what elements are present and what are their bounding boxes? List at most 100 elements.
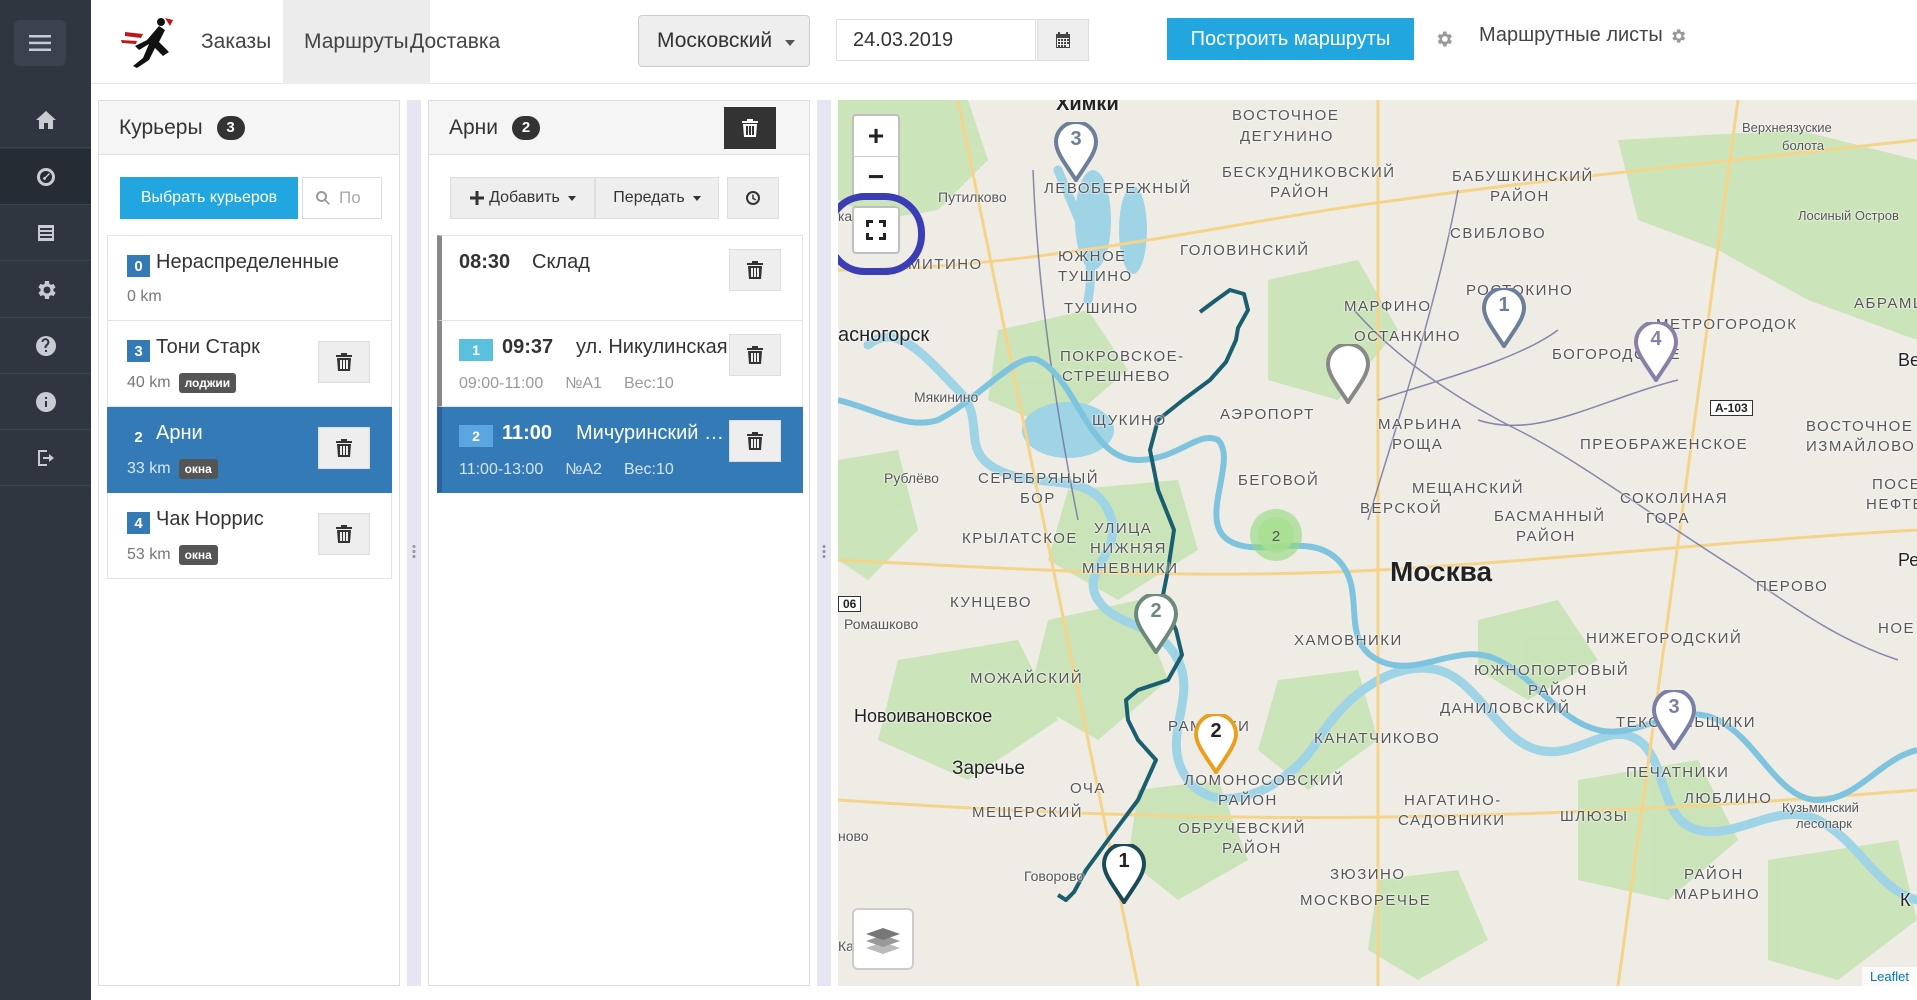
courier-item-tony-stark[interactable]: 3 Тони Старк 40 km лоджии [107, 321, 392, 407]
map-label: МНЕВНИКИ [1082, 560, 1179, 577]
map-label: ОБРУЧЕВСКИЙ [1178, 820, 1306, 837]
add-dropdown-button[interactable]: Добавить [450, 177, 595, 219]
map-pin-selected[interactable]: 2 [1193, 712, 1239, 776]
map-label: ПОСЕ [1872, 476, 1917, 493]
delete-stop-button[interactable] [729, 334, 781, 376]
courier-name: Чак Норрис [156, 508, 264, 530]
map-label: БЕГОВОЙ [1238, 472, 1320, 489]
map-label: ГОРА [1646, 510, 1690, 527]
map-pin[interactable]: 4 [1633, 320, 1679, 384]
map-pin[interactable]: 1 [1101, 842, 1147, 906]
delete-stop-button[interactable] [729, 249, 781, 291]
map-label: ОЧА [1070, 780, 1106, 797]
map-label: РАЙОН [1490, 188, 1550, 205]
trash-icon [742, 119, 758, 137]
delete-courier-button[interactable] [318, 427, 370, 469]
map-label: Ве [1898, 350, 1917, 370]
map-pin-depot[interactable] [1325, 342, 1371, 406]
map-label: КУНЦЕВО [950, 594, 1033, 611]
map-label: ШЛЮЗЫ [1560, 808, 1629, 825]
map-label: НИЖНЯЯ [1090, 540, 1167, 557]
route-stop-depot[interactable]: 08:30 Склад [437, 235, 803, 321]
tab-orders[interactable]: Заказы [180, 0, 292, 84]
panel-resize-handle[interactable] [407, 100, 421, 986]
chevron-down-icon [567, 195, 576, 201]
delete-courier-button[interactable] [318, 513, 370, 555]
transfer-label: Передать [613, 189, 685, 206]
trash-icon [747, 346, 763, 364]
stop-number-badge: 2 [459, 425, 493, 447]
date-input[interactable]: 24.03.2019 [836, 19, 1036, 61]
courier-number-badge: 0 [127, 255, 150, 277]
map-label: СЕРЕБРЯНЫЙ [978, 470, 1100, 487]
map-label: МЕЩЕРСКИЙ [972, 804, 1084, 821]
courier-distance-value: 0 km [127, 288, 162, 305]
map-pin[interactable]: 2 [1133, 592, 1179, 656]
build-settings-button[interactable] [1429, 24, 1459, 54]
map-label: К [1900, 890, 1911, 910]
courier-distance-value: 33 km [127, 460, 171, 477]
route-stop-list: 08:30 Склад 1 09:37 ул. Никулинская 09:0… [437, 235, 803, 493]
map-attribution[interactable]: Leaflet [1861, 967, 1917, 986]
highlight-circle [838, 193, 925, 275]
calendar-icon [1056, 32, 1070, 48]
delete-stop-button[interactable] [729, 420, 781, 462]
help-icon[interactable] [0, 318, 91, 374]
map-label: ХАМОВНИКИ [1294, 632, 1403, 649]
gear-icon[interactable] [0, 262, 91, 318]
region-select[interactable]: Московский [638, 15, 810, 67]
select-couriers-button[interactable]: Выбрать курьеров [120, 177, 298, 219]
panel-resize-handle[interactable] [817, 100, 831, 986]
delete-route-button[interactable] [724, 107, 776, 149]
map-label: ВЕРСКОЙ [1360, 500, 1443, 517]
tab-delivery[interactable]: Доставка [389, 0, 521, 84]
map-label: ВОСТОЧНОЕ [1232, 107, 1340, 124]
courier-name: Тони Старк [156, 336, 260, 358]
road-sign: 06 [838, 596, 862, 612]
pin-number: 3 [1668, 696, 1680, 718]
logout-icon[interactable] [0, 430, 91, 486]
list-icon[interactable] [0, 205, 91, 261]
courier-item-chuck-norris[interactable]: 4 Чак Норрис 53 km окна [107, 493, 392, 579]
map-label: ТУШИНО [1064, 300, 1139, 317]
map-label: МАРФИНО [1344, 298, 1432, 315]
menu-icon[interactable] [14, 20, 66, 66]
app-logo[interactable] [113, 10, 183, 70]
map-label: МОЖАЙСКИЙ [970, 670, 1084, 687]
dashboard-icon[interactable] [0, 149, 91, 205]
stop-weight: Вес:10 [623, 375, 674, 392]
map-label: БЕСКУДНИКОВСКИЙ [1222, 164, 1396, 181]
stop-meta: 09:00-11:00 №A1 Вес:10 [459, 375, 674, 393]
courier-item-arni[interactable]: 2 Арни 33 km окна [107, 407, 392, 493]
time-button[interactable] [727, 177, 779, 219]
map-label: Химки [1056, 100, 1119, 115]
map-pin[interactable]: 3 [1053, 120, 1099, 184]
courier-search-input[interactable]: По [302, 177, 382, 219]
app-sidebar [0, 0, 91, 1000]
zoom-in-button[interactable]: + [854, 116, 898, 156]
transfer-dropdown-button[interactable]: Передать [595, 177, 719, 219]
route-sheets-link[interactable]: Маршрутные листы [1479, 24, 1687, 47]
route-stop-2[interactable]: 2 11:00 Мичуринский проспект 11:00-13:00… [437, 407, 803, 493]
map-label: ПОКРОВСКОЕ- [1060, 348, 1185, 365]
route-stop-1[interactable]: 1 09:37 ул. Никулинская 09:00-11:00 №A1 … [437, 321, 803, 407]
info-icon[interactable] [0, 374, 91, 430]
zoom-out-button[interactable]: − [854, 156, 898, 196]
route-map[interactable]: 2 Химки ВОСТОЧНОЕ ДЕГУНИНО БЕСКУДНИКОВСК… [838, 100, 1917, 986]
map-label: ПЕЧАТНИКИ [1626, 764, 1730, 781]
courier-item-unassigned[interactable]: 0 Нераспределенные 0 km [107, 235, 392, 321]
map-label: СОКОЛИНАЯ [1620, 490, 1729, 507]
map-pin[interactable]: 3 [1651, 688, 1697, 752]
build-routes-button[interactable]: Построить маршруты [1167, 18, 1414, 60]
map-label: РАЙОН [1222, 840, 1282, 857]
map-label: СВИБЛОВО [1450, 225, 1547, 242]
home-icon[interactable] [0, 92, 91, 148]
layers-button[interactable] [852, 908, 914, 970]
calendar-button[interactable] [1037, 19, 1089, 61]
courier-distance-value: 53 km [127, 546, 171, 563]
courier-name: Арни [156, 422, 203, 444]
map-pin[interactable]: 1 [1481, 286, 1527, 350]
delete-courier-button[interactable] [318, 341, 370, 383]
courier-distance: 40 km лоджии [127, 373, 237, 393]
map-label: Лосиный Остров [1798, 208, 1899, 223]
